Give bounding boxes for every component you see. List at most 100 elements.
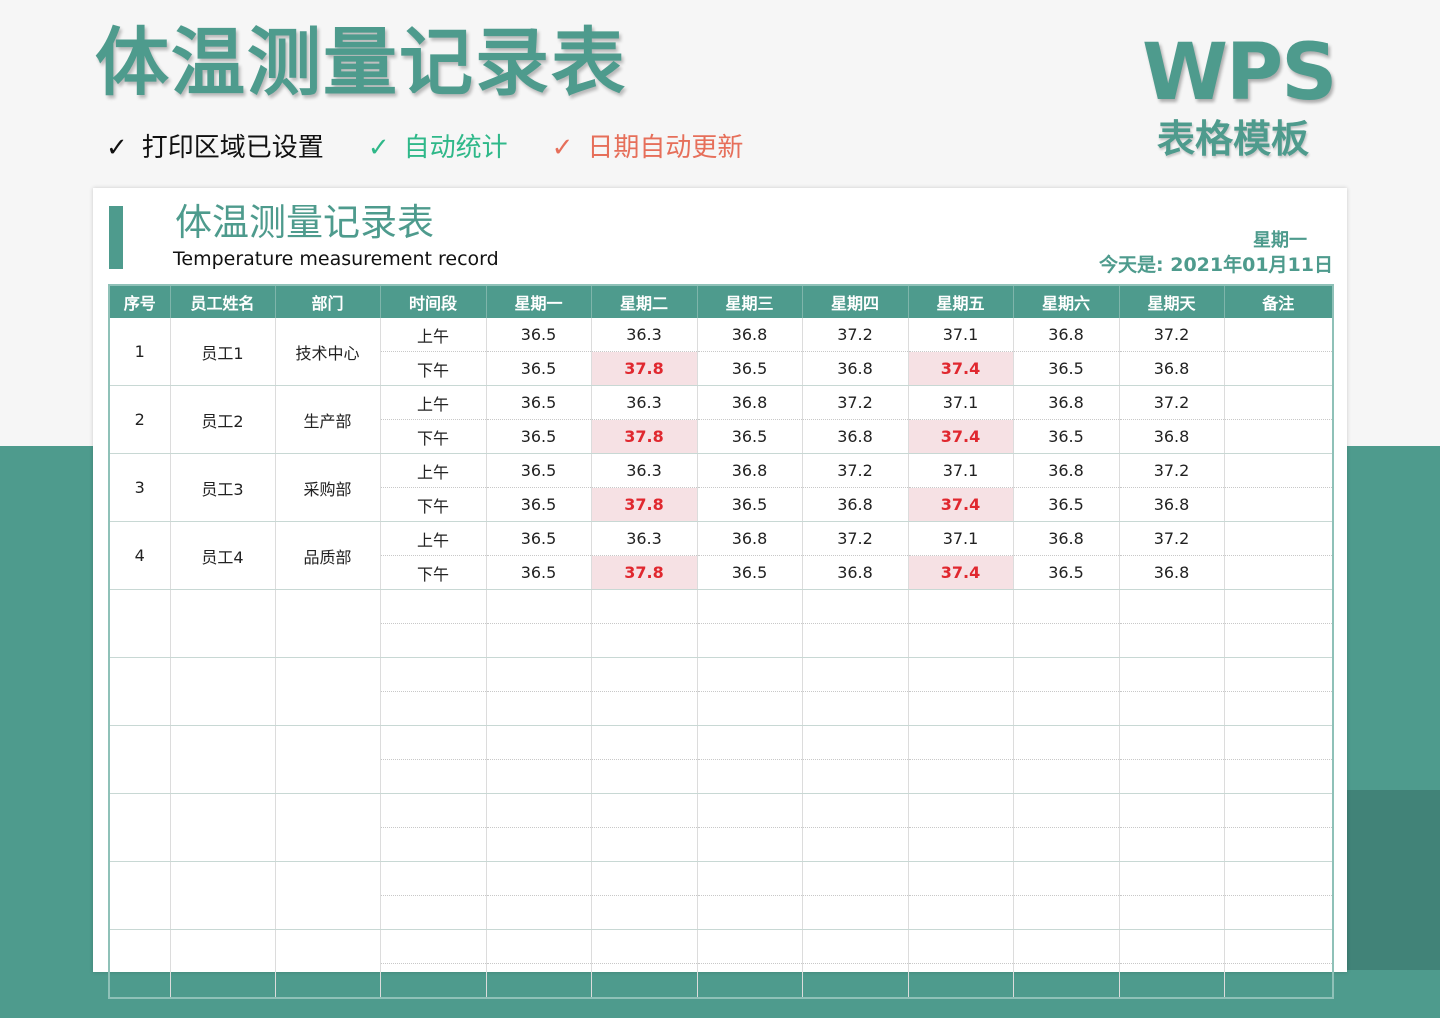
temperature-cell[interactable]: 36.5 (697, 487, 803, 522)
time-slot-cell[interactable]: 下午 (380, 351, 487, 386)
employee-no-cell[interactable]: 4 (109, 521, 171, 590)
empty-cell[interactable] (486, 691, 592, 726)
temperature-cell[interactable]: 37.8 (591, 419, 698, 454)
employee-no-cell[interactable]: 1 (109, 318, 171, 386)
temperature-cell[interactable]: 36.8 (697, 453, 803, 488)
empty-cell[interactable] (802, 895, 909, 930)
empty-cell[interactable] (591, 623, 698, 658)
empty-cell[interactable] (591, 861, 698, 896)
empty-cell[interactable] (697, 793, 803, 828)
empty-cell[interactable] (802, 929, 909, 964)
empty-cell[interactable] (908, 589, 1014, 624)
empty-cell[interactable] (697, 691, 803, 726)
column-header[interactable]: 星期天 (1119, 285, 1225, 318)
temperature-cell[interactable]: 36.8 (1119, 487, 1225, 522)
empty-cell[interactable] (697, 725, 803, 760)
empty-cell[interactable] (109, 793, 171, 862)
temperature-cell[interactable]: 37.8 (591, 555, 698, 590)
empty-cell[interactable] (170, 725, 276, 794)
column-header[interactable]: 星期六 (1013, 285, 1120, 318)
column-header[interactable]: 备注 (1224, 285, 1334, 318)
remark-cell[interactable] (1224, 453, 1334, 488)
empty-cell[interactable] (1119, 691, 1225, 726)
empty-cell[interactable] (486, 657, 592, 692)
empty-cell[interactable] (802, 589, 909, 624)
empty-cell[interactable] (275, 793, 381, 862)
empty-cell[interactable] (486, 793, 592, 828)
temperature-cell[interactable]: 36.5 (1013, 555, 1120, 590)
empty-cell[interactable] (275, 725, 381, 794)
empty-cell[interactable] (1224, 793, 1334, 828)
empty-cell[interactable] (908, 759, 1014, 794)
column-header[interactable]: 时间段 (380, 285, 487, 318)
empty-cell[interactable] (908, 793, 1014, 828)
temperature-cell[interactable]: 37.2 (802, 453, 909, 488)
temperature-cell[interactable]: 36.8 (802, 487, 909, 522)
empty-cell[interactable] (486, 759, 592, 794)
empty-cell[interactable] (591, 691, 698, 726)
empty-cell[interactable] (1119, 759, 1225, 794)
empty-cell[interactable] (591, 657, 698, 692)
empty-cell[interactable] (1013, 623, 1120, 658)
empty-cell[interactable] (697, 895, 803, 930)
temperature-cell[interactable]: 37.1 (908, 318, 1014, 352)
empty-cell[interactable] (591, 793, 698, 828)
empty-cell[interactable] (1119, 793, 1225, 828)
empty-cell[interactable] (380, 895, 487, 930)
temperature-cell[interactable]: 37.1 (908, 521, 1014, 556)
empty-cell[interactable] (275, 929, 381, 999)
empty-cell[interactable] (109, 929, 171, 999)
empty-cell[interactable] (1013, 759, 1120, 794)
empty-cell[interactable] (802, 691, 909, 726)
column-header[interactable]: 员工姓名 (170, 285, 276, 318)
empty-cell[interactable] (1119, 623, 1225, 658)
empty-cell[interactable] (380, 759, 487, 794)
empty-cell[interactable] (802, 827, 909, 862)
time-slot-cell[interactable]: 下午 (380, 555, 487, 590)
empty-cell[interactable] (486, 589, 592, 624)
temperature-cell[interactable]: 36.8 (697, 385, 803, 420)
employee-no-cell[interactable]: 3 (109, 453, 171, 522)
temperature-cell[interactable]: 36.8 (1013, 385, 1120, 420)
empty-cell[interactable] (802, 725, 909, 760)
empty-cell[interactable] (1224, 895, 1334, 930)
temperature-cell[interactable]: 37.4 (908, 555, 1014, 590)
empty-cell[interactable] (486, 725, 592, 760)
empty-cell[interactable] (591, 929, 698, 964)
temperature-cell[interactable]: 37.8 (591, 487, 698, 522)
empty-cell[interactable] (1013, 929, 1120, 964)
column-header[interactable]: 星期二 (591, 285, 698, 318)
empty-cell[interactable] (170, 657, 276, 726)
empty-cell[interactable] (486, 827, 592, 862)
empty-cell[interactable] (275, 657, 381, 726)
temperature-cell[interactable]: 36.5 (697, 419, 803, 454)
empty-cell[interactable] (1119, 929, 1225, 964)
temperature-cell[interactable]: 37.1 (908, 453, 1014, 488)
employee-no-cell[interactable]: 2 (109, 385, 171, 454)
empty-cell[interactable] (1224, 929, 1334, 964)
empty-cell[interactable] (1013, 861, 1120, 896)
empty-cell[interactable] (1119, 827, 1225, 862)
time-slot-cell[interactable]: 上午 (380, 385, 487, 420)
temperature-cell[interactable]: 37.2 (1119, 385, 1225, 420)
empty-cell[interactable] (380, 793, 487, 828)
empty-cell[interactable] (1013, 895, 1120, 930)
empty-cell[interactable] (802, 759, 909, 794)
employee-name-cell[interactable]: 员工2 (170, 385, 276, 454)
temperature-cell[interactable]: 36.3 (591, 453, 698, 488)
empty-cell[interactable] (1119, 861, 1225, 896)
temperature-cell[interactable]: 36.5 (486, 351, 592, 386)
remark-cell[interactable] (1224, 419, 1334, 454)
empty-cell[interactable] (591, 827, 698, 862)
empty-cell[interactable] (697, 861, 803, 896)
temperature-cell[interactable]: 37.2 (1119, 521, 1225, 556)
empty-cell[interactable] (486, 623, 592, 658)
temperature-cell[interactable]: 36.5 (1013, 351, 1120, 386)
empty-cell[interactable] (170, 861, 276, 930)
empty-cell[interactable] (380, 963, 487, 999)
empty-cell[interactable] (486, 963, 592, 999)
empty-cell[interactable] (697, 623, 803, 658)
temperature-cell[interactable]: 36.8 (802, 555, 909, 590)
temperature-cell[interactable]: 36.8 (802, 351, 909, 386)
empty-cell[interactable] (380, 691, 487, 726)
